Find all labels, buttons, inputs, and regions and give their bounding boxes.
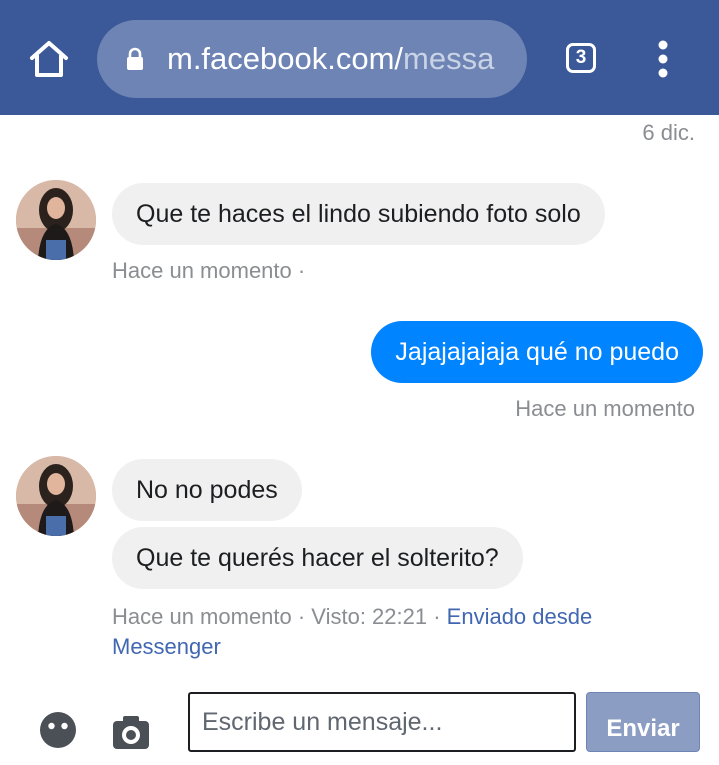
message-bubble-incoming[interactable]: Que te querés hacer el solterito? [112,527,523,589]
url-path: messa [403,41,495,76]
more-menu-icon[interactable] [656,40,670,78]
emoji-icon[interactable] [38,710,78,750]
url-text: m.facebook.com/messa [167,40,494,78]
message-bubble-outgoing[interactable]: Jajajajajaja qué no puedo [371,321,703,383]
message-bubble-incoming[interactable]: No no podes [112,459,302,521]
message-timestamp: Hace un momento [515,396,695,421]
tab-switcher-button[interactable]: 3 [566,43,596,73]
send-button[interactable]: Enviar [586,692,700,752]
sent-from-messenger-link[interactable]: Enviado desde [447,604,593,629]
message-input[interactable] [188,692,576,752]
message-status-text: Hace un momento · Visto: 22:21 · [112,604,447,629]
url-domain: m.facebook.com/ [167,41,404,76]
lock-icon [127,47,143,70]
message-status: Hace un momento · Visto: 22:21 · Enviado… [112,602,592,662]
messenger-link[interactable]: Messenger [112,634,221,659]
avatar[interactable] [16,180,96,260]
browser-toolbar: m.facebook.com/messa 3 [0,0,719,115]
message-timestamp: Hace un momento · [112,258,306,283]
avatar[interactable] [16,456,96,536]
address-bar[interactable]: m.facebook.com/messa [97,20,527,98]
avatar-photo [16,180,96,260]
home-icon[interactable] [28,38,70,80]
date-separator: 6 dic. [642,120,695,145]
camera-icon[interactable] [111,712,151,752]
message-bubble-incoming[interactable]: Que te haces el lindo subiendo foto solo [112,183,605,245]
avatar-photo [16,456,96,536]
